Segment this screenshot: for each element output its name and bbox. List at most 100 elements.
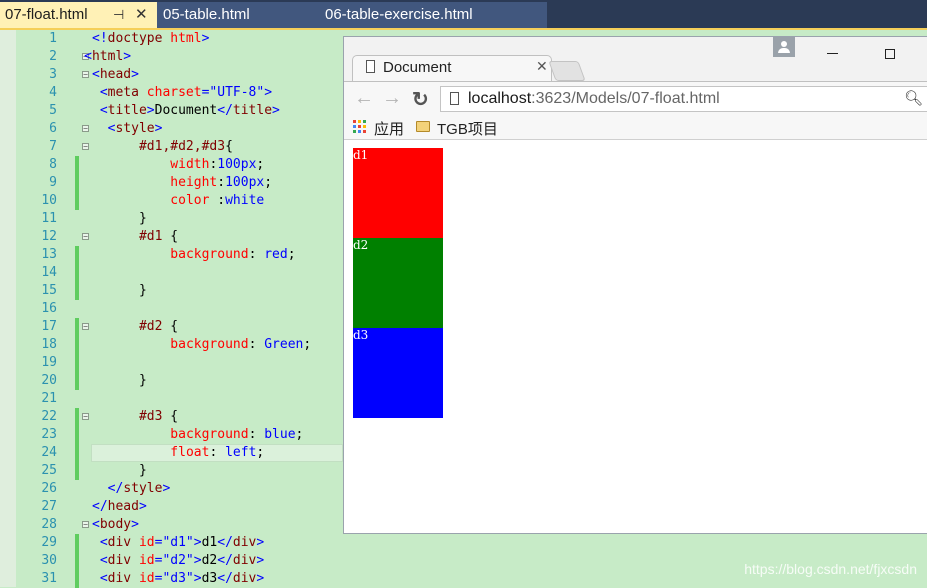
- watermark: https://blog.csdn.net/fjxcsdn: [744, 561, 917, 577]
- code-token: id: [138, 571, 155, 586]
- code-token: {: [225, 139, 233, 154]
- browser-tab[interactable]: Document ✕: [352, 55, 552, 81]
- collapse-icon[interactable]: −: [82, 125, 89, 133]
- code-token: <: [99, 571, 108, 586]
- line-number: 3: [49, 67, 57, 82]
- folder-icon[interactable]: [416, 121, 430, 132]
- code-token: ;: [287, 247, 296, 262]
- line-number: 26: [41, 481, 57, 496]
- code-token: <: [92, 517, 100, 532]
- code-token: #d1: [138, 229, 163, 244]
- reload-icon[interactable]: ↻: [412, 87, 429, 112]
- collapse-icon[interactable]: −: [82, 233, 89, 241]
- code-token: <: [99, 103, 108, 118]
- code-token: html: [91, 49, 124, 64]
- code-token: <: [84, 49, 92, 64]
- code-token: head: [99, 67, 132, 82]
- code-token: style: [123, 481, 163, 496]
- collapse-icon[interactable]: −: [82, 71, 89, 79]
- minimize-icon[interactable]: [827, 53, 838, 54]
- code-token: title: [107, 103, 147, 118]
- code-line[interactable]: 29 <div id="d1">d1</div>: [0, 534, 927, 552]
- bookmark-tgb-project[interactable]: TGB项目: [437, 118, 498, 139]
- code-text: }: [139, 372, 147, 390]
- code-token: html: [170, 31, 202, 46]
- code-token: >: [131, 67, 139, 82]
- code-token: ="d3">: [154, 571, 202, 586]
- collapse-icon[interactable]: −: [82, 521, 89, 529]
- document-icon: [366, 60, 375, 73]
- change-marker: [75, 282, 79, 300]
- code-text: <div id="d2">d2</div>: [100, 552, 264, 570]
- line-number: 31: [41, 571, 57, 586]
- code-token: >: [256, 553, 265, 568]
- code-token: title: [232, 103, 273, 118]
- code-token: #d1,#d2,#d3: [138, 139, 226, 154]
- forward-arrow-icon[interactable]: →: [382, 87, 402, 110]
- div-d1: d1: [353, 148, 443, 238]
- code-text: float: left;: [170, 444, 264, 462]
- tab-07-float[interactable]: 07-float.html ⊣ ✕: [0, 2, 157, 28]
- line-number: 9: [49, 175, 57, 190]
- code-token: </: [217, 571, 233, 586]
- line-number: 16: [41, 301, 57, 316]
- code-text: background: blue;: [170, 426, 303, 444]
- code-token: Document: [154, 103, 218, 118]
- address-bar[interactable]: localhost:3623/Models/07-float.html 🔍︎: [440, 86, 927, 112]
- code-text: <!doctype html>: [92, 30, 209, 48]
- line-number: 1: [49, 31, 57, 46]
- line-number: 24: [41, 445, 57, 460]
- zoom-icon[interactable]: 🔍︎: [904, 89, 923, 107]
- code-token: >: [162, 481, 171, 496]
- collapse-icon[interactable]: −: [82, 143, 89, 151]
- line-number: 7: [49, 139, 57, 154]
- code-token: ="UTF-8">: [201, 85, 273, 100]
- line-number: 27: [41, 499, 57, 514]
- code-token: >: [256, 571, 265, 586]
- code-token: <!: [92, 31, 108, 46]
- code-token: <: [99, 535, 108, 550]
- code-token: :: [248, 427, 265, 442]
- code-token: #d2: [138, 319, 163, 334]
- bookmark-apps[interactable]: 应用: [374, 118, 404, 139]
- tab-06-table-exercise[interactable]: 06-table-exercise.html: [310, 2, 547, 28]
- close-tab-icon[interactable]: ✕: [536, 58, 548, 75]
- code-token: </: [107, 481, 124, 496]
- maximize-icon[interactable]: [885, 49, 895, 59]
- tab-05-table[interactable]: 05-table.html: [157, 2, 310, 28]
- back-arrow-icon[interactable]: ←: [354, 87, 374, 110]
- pin-icon[interactable]: ⊣: [113, 2, 124, 28]
- line-number: 14: [41, 265, 57, 280]
- code-token: height: [170, 175, 218, 190]
- url-host: localhost: [468, 90, 532, 107]
- page-viewport: d1 d2 d3: [344, 140, 927, 533]
- new-tab-button[interactable]: [548, 61, 586, 81]
- code-token: }: [138, 463, 147, 478]
- line-number: 17: [41, 319, 57, 334]
- code-token: ;: [264, 175, 273, 190]
- code-text: <div id="d1">d1</div>: [100, 534, 264, 552]
- change-marker: [75, 372, 79, 390]
- user-profile-icon[interactable]: [773, 37, 795, 57]
- code-token: {: [162, 409, 179, 424]
- line-number: 20: [41, 373, 57, 388]
- collapse-icon[interactable]: −: [82, 413, 89, 421]
- code-token: }: [138, 283, 147, 298]
- code-token: <: [92, 67, 100, 82]
- code-token: background: [170, 337, 249, 352]
- close-icon[interactable]: ✕: [135, 2, 148, 28]
- collapse-icon[interactable]: −: [82, 323, 89, 331]
- apps-icon[interactable]: [353, 120, 367, 134]
- code-token: div: [232, 553, 257, 568]
- code-token: doctype: [107, 31, 163, 46]
- code-token: width: [170, 157, 210, 172]
- url-text[interactable]: localhost:3623/Models/07-float.html: [468, 90, 720, 108]
- change-marker: [75, 426, 79, 444]
- line-number: 11: [41, 211, 57, 226]
- line-number: 21: [41, 391, 57, 406]
- code-token: ="d1">: [154, 535, 202, 550]
- line-number: 22: [41, 409, 57, 424]
- code-token: </: [217, 535, 233, 550]
- code-token: :: [248, 337, 265, 352]
